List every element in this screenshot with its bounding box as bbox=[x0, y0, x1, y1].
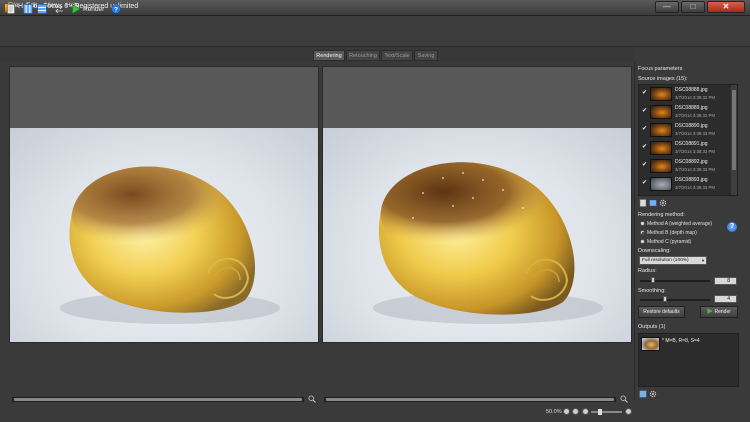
render-button[interactable]: Render bbox=[700, 306, 738, 318]
right-pane-scrollbar[interactable] bbox=[324, 397, 616, 402]
zoom-actual-button[interactable] bbox=[572, 408, 579, 415]
side-by-side-view-icon[interactable] bbox=[23, 4, 33, 14]
thumbnail bbox=[650, 87, 672, 101]
file-name: DSC08891.jpg bbox=[675, 141, 708, 147]
file-date: 3/7/2014 3:38:32 PM bbox=[675, 95, 715, 100]
downscaling-label: Downscaling: bbox=[638, 248, 671, 254]
toolbar bbox=[0, 28, 750, 47]
method-a-radio[interactable] bbox=[640, 221, 645, 226]
radius-field[interactable]: 8 bbox=[714, 277, 737, 285]
list-item[interactable]: ✔ DSC08892.jpg 3/7/2014 3:38:33 PM bbox=[639, 157, 731, 175]
method-c-label[interactable]: Method C (pyramid) bbox=[647, 239, 691, 245]
method-b-radio[interactable] bbox=[640, 230, 645, 235]
viewer-bottom-area bbox=[0, 343, 634, 395]
render-button-label: Render bbox=[714, 309, 731, 315]
zoom-slider-track[interactable] bbox=[591, 411, 622, 413]
source-list-scroll-thumb[interactable] bbox=[732, 90, 736, 170]
rendering-method-label: Rendering method: bbox=[638, 212, 685, 218]
radius-label: Radius: bbox=[638, 268, 657, 274]
zoom-fit-button[interactable] bbox=[563, 408, 570, 415]
list-item[interactable]: ✔ DSC08889.jpg 3/7/2014 3:38:32 PM bbox=[639, 103, 731, 121]
right-pane-zoom-icon[interactable] bbox=[620, 395, 628, 403]
zoom-level: 50.0% bbox=[546, 409, 562, 415]
render-play-icon[interactable] bbox=[71, 4, 81, 14]
tab-rendering[interactable]: Rendering bbox=[313, 50, 345, 61]
method-a-label[interactable]: Method A (weighted average) bbox=[647, 221, 712, 227]
svg-text:?: ? bbox=[114, 6, 118, 13]
method-c-radio[interactable] bbox=[640, 239, 645, 244]
smoothing-label: Smoothing: bbox=[638, 288, 666, 294]
tab-retouching[interactable]: Retouching bbox=[346, 50, 380, 61]
file-name: DSC08892.jpg bbox=[675, 159, 708, 165]
radius-slider-knob[interactable] bbox=[651, 277, 655, 283]
checkbox[interactable]: ✔ bbox=[642, 180, 647, 186]
minimize-button[interactable]: — bbox=[655, 1, 679, 13]
file-name: DSC08893.jpg bbox=[675, 177, 708, 183]
chevron-down-icon[interactable]: ▼ bbox=[701, 258, 705, 263]
maximize-button[interactable]: □ bbox=[681, 1, 705, 13]
source-image-pane[interactable] bbox=[9, 66, 319, 343]
smoothing-field[interactable]: 4 bbox=[714, 295, 737, 303]
outputs-label: Outputs (1) bbox=[638, 324, 666, 330]
output-settings-gear-icon[interactable] bbox=[649, 390, 657, 398]
close-button[interactable]: ✕ bbox=[707, 1, 745, 13]
render-button-label[interactable]: Render bbox=[83, 6, 104, 13]
right-scroll-thumb[interactable] bbox=[326, 398, 614, 401]
file-name: DSC08890.jpg bbox=[675, 123, 708, 129]
output-item-label[interactable]: * M=B, R=8, S=4 bbox=[662, 338, 700, 344]
source-images-rows: ✔ DSC08888.jpg 3/7/2014 3:38:32 PM ✔ DSC… bbox=[639, 85, 731, 195]
left-scroll-thumb[interactable] bbox=[14, 398, 302, 401]
thumbnail bbox=[650, 159, 672, 173]
file-date: 3/7/2014 3:38:33 PM bbox=[675, 185, 715, 190]
file-date: 3/7/2014 3:38:32 PM bbox=[675, 113, 715, 118]
thumbnail bbox=[650, 141, 672, 155]
image-list-icon[interactable] bbox=[649, 199, 657, 207]
render-play-icon bbox=[707, 308, 713, 314]
file-date: 3/7/2014 3:38:33 PM bbox=[675, 131, 715, 136]
downscaling-select[interactable]: Full resolution (100%) bbox=[639, 256, 707, 265]
checkbox[interactable]: ✔ bbox=[642, 162, 647, 168]
file-date: 3/7/2014 3:38:33 PM bbox=[675, 167, 715, 172]
list-item[interactable]: ✔ DSC08891.jpg 3/7/2014 3:38:33 PM bbox=[639, 139, 731, 157]
restore-defaults-button[interactable]: Restore defaults bbox=[638, 306, 685, 318]
thumbnail bbox=[650, 105, 672, 119]
settings-gear-icon[interactable] bbox=[659, 199, 667, 207]
stacked-view-icon[interactable] bbox=[37, 4, 47, 14]
tab-text-scale[interactable]: Text/Scale bbox=[381, 50, 413, 61]
zoom-in-button[interactable] bbox=[625, 408, 632, 415]
smoothing-slider-track[interactable] bbox=[640, 299, 710, 301]
left-pane-scrollbar[interactable] bbox=[12, 397, 304, 402]
result-image-pane[interactable] bbox=[322, 66, 632, 343]
panel-title: Focus parameters bbox=[638, 66, 683, 72]
checkbox[interactable]: ✔ bbox=[642, 90, 647, 96]
source-photo bbox=[10, 128, 318, 342]
file-name: DSC08888.jpg bbox=[675, 87, 708, 93]
swap-arrows-icon[interactable] bbox=[54, 4, 64, 14]
checkbox[interactable]: ✔ bbox=[642, 126, 647, 132]
list-item[interactable]: ✔ DSC08893.jpg 3/7/2014 3:38:33 PM bbox=[639, 175, 731, 193]
new-project-icon[interactable] bbox=[6, 4, 16, 14]
save-output-icon[interactable] bbox=[639, 390, 647, 398]
zoom-slider-knob[interactable] bbox=[598, 409, 602, 415]
file-date: 3/7/2014 3:38:33 PM bbox=[675, 149, 715, 154]
list-item[interactable]: ✔ DSC08888.jpg 3/7/2014 3:38:32 PM bbox=[639, 85, 731, 103]
method-help-icon[interactable]: ? bbox=[727, 222, 737, 232]
zoom-out-button[interactable] bbox=[582, 408, 589, 415]
method-b-label[interactable]: Method B (depth map) bbox=[647, 230, 697, 236]
tab-saving[interactable]: Saving bbox=[414, 50, 438, 61]
result-photo bbox=[323, 128, 631, 342]
smoothing-slider-knob[interactable] bbox=[663, 296, 667, 302]
source-images-label: Source images (15): bbox=[638, 76, 688, 82]
list-item[interactable]: ✔ DSC08890.jpg 3/7/2014 3:38:33 PM bbox=[639, 121, 731, 139]
thumbnail bbox=[650, 123, 672, 137]
add-images-icon[interactable] bbox=[639, 199, 647, 207]
help-icon[interactable]: ? bbox=[111, 4, 121, 14]
file-name: DSC08889.jpg bbox=[675, 105, 708, 111]
output-thumbnail[interactable] bbox=[641, 337, 660, 351]
checkbox[interactable]: ✔ bbox=[642, 144, 647, 150]
menu-bar bbox=[0, 16, 750, 28]
thumbnail bbox=[650, 177, 672, 191]
checkbox[interactable]: ✔ bbox=[642, 108, 647, 114]
left-pane-zoom-icon[interactable] bbox=[308, 395, 316, 403]
